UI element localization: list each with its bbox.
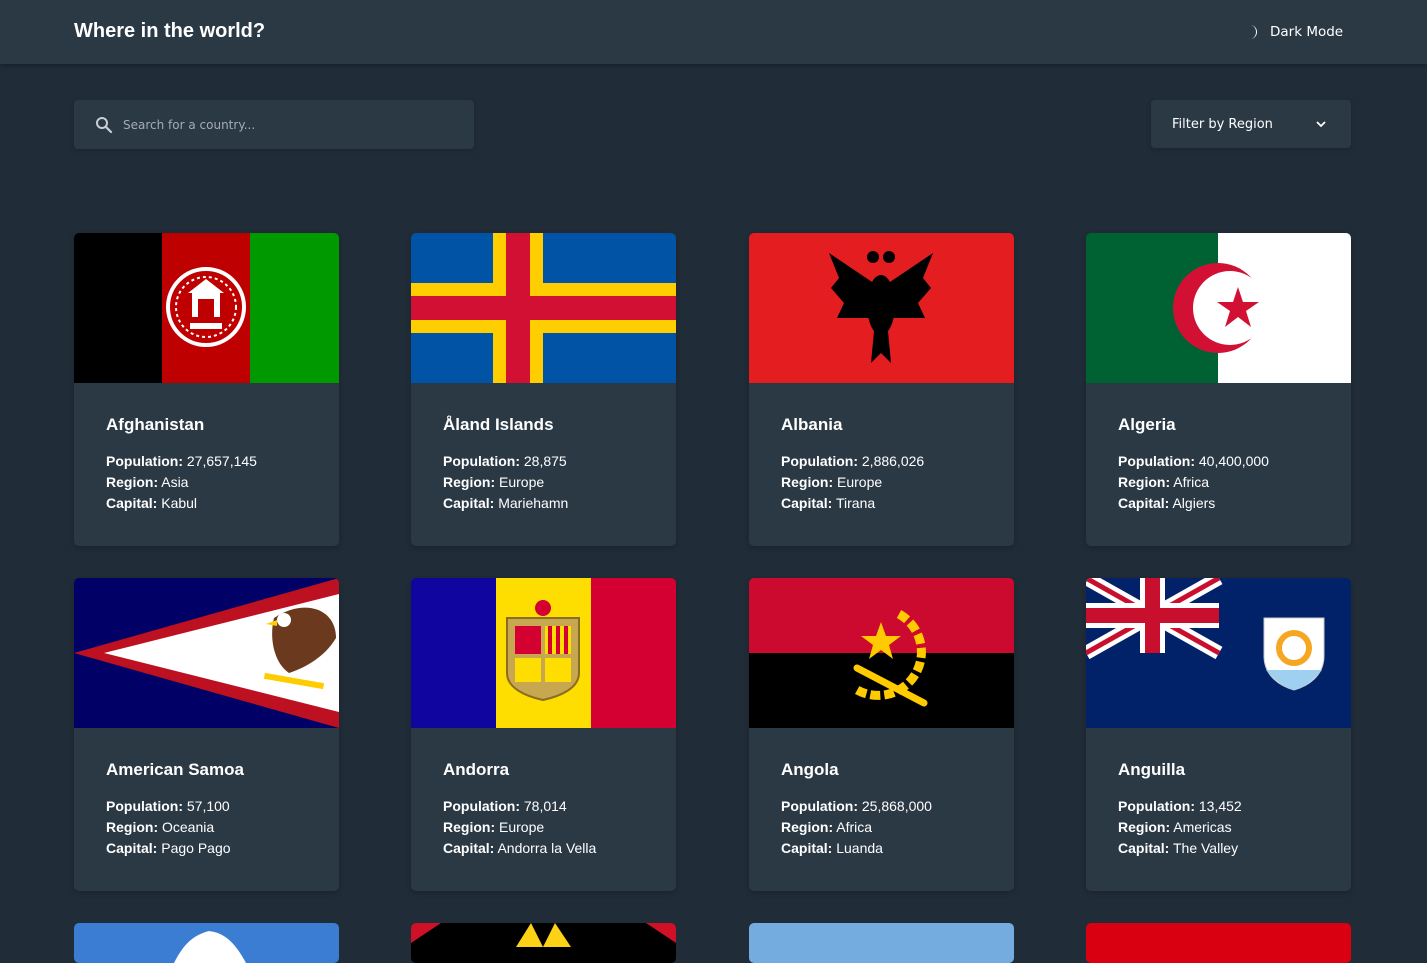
country-population: Population: 13,452: [1118, 798, 1242, 814]
flag-angola-image: [749, 578, 1014, 728]
flag-american-samoa-image: [74, 578, 339, 728]
site-header: Where in the world? Dark Mode: [0, 0, 1427, 64]
country-population: Population: 25,868,000: [781, 798, 932, 814]
country-card-partial[interactable]: [749, 923, 1014, 963]
flag-partial-image: [411, 923, 676, 963]
search-box[interactable]: [74, 100, 474, 149]
dark-mode-label: Dark Mode: [1270, 24, 1343, 40]
country-name: Albania: [781, 415, 842, 435]
country-card-partial[interactable]: [411, 923, 676, 963]
half-moon-icon: [1244, 24, 1260, 40]
country-card-algeria[interactable]: Algeria Population: 40,400,000 Region: A…: [1086, 233, 1351, 546]
country-population: Population: 78,014: [443, 798, 567, 814]
search-input[interactable]: [121, 109, 455, 141]
country-population: Population: 57,100: [106, 798, 230, 814]
country-region: Region: Europe: [443, 474, 544, 490]
country-name: Åland Islands: [443, 415, 554, 435]
country-capital: Capital: Kabul: [106, 495, 197, 511]
chevron-down-icon: [1315, 118, 1327, 130]
flag-andorra-image: [411, 578, 676, 728]
country-card-albania[interactable]: Albania Population: 2,886,026 Region: Eu…: [749, 233, 1014, 546]
country-region: Region: Europe: [443, 819, 544, 835]
country-population: Population: 40,400,000: [1118, 453, 1269, 469]
flag-aland-islands-image: [411, 233, 676, 383]
country-region: Region: Africa: [781, 819, 872, 835]
country-capital: Capital: Mariehamn: [443, 495, 568, 511]
country-name: Angola: [781, 760, 839, 780]
country-name: Andorra: [443, 760, 509, 780]
country-name: Afghanistan: [106, 415, 204, 435]
flag-albania-image: [749, 233, 1014, 383]
country-card-andorra[interactable]: Andorra Population: 78,014 Region: Europ…: [411, 578, 676, 891]
country-card-anguilla[interactable]: Anguilla Population: 13,452 Region: Amer…: [1086, 578, 1351, 891]
country-name: Algeria: [1118, 415, 1176, 435]
country-capital: Capital: The Valley: [1118, 840, 1238, 856]
flag-afghanistan-image: [74, 233, 339, 383]
country-population: Population: 28,875: [443, 453, 567, 469]
region-filter-dropdown[interactable]: Filter by Region: [1151, 100, 1351, 148]
country-region: Region: Oceania: [106, 819, 214, 835]
country-card-american-samoa[interactable]: American Samoa Population: 57,100 Region…: [74, 578, 339, 891]
country-capital: Capital: Luanda: [781, 840, 883, 856]
country-population: Population: 2,886,026: [781, 453, 924, 469]
site-title: Where in the world?: [74, 20, 265, 43]
region-filter-label: Filter by Region: [1172, 117, 1273, 132]
country-region: Region: Asia: [106, 474, 188, 490]
country-population: Population: 27,657,145: [106, 453, 257, 469]
country-region: Region: Europe: [781, 474, 882, 490]
flag-algeria-image: [1086, 233, 1351, 383]
country-capital: Capital: Tirana: [781, 495, 875, 511]
country-card-aland-islands[interactable]: Åland Islands Population: 28,875 Region:…: [411, 233, 676, 546]
country-capital: Capital: Andorra la Vella: [443, 840, 596, 856]
country-card-partial[interactable]: [1086, 923, 1351, 963]
country-card-angola[interactable]: Angola Population: 25,868,000 Region: Af…: [749, 578, 1014, 891]
country-region: Region: Africa: [1118, 474, 1209, 490]
country-region: Region: Americas: [1118, 819, 1232, 835]
search-icon: [95, 116, 113, 134]
flag-anguilla-image: [1086, 578, 1351, 728]
country-name: Anguilla: [1118, 760, 1185, 780]
country-card-partial[interactable]: [74, 923, 339, 963]
country-name: American Samoa: [106, 760, 244, 780]
country-capital: Capital: Algiers: [1118, 495, 1215, 511]
flag-partial-image: [74, 923, 339, 963]
dark-mode-toggle[interactable]: Dark Mode: [1244, 22, 1343, 42]
country-card-afghanistan[interactable]: Afghanistan Population: 27,657,145 Regio…: [74, 233, 339, 546]
country-capital: Capital: Pago Pago: [106, 840, 231, 856]
